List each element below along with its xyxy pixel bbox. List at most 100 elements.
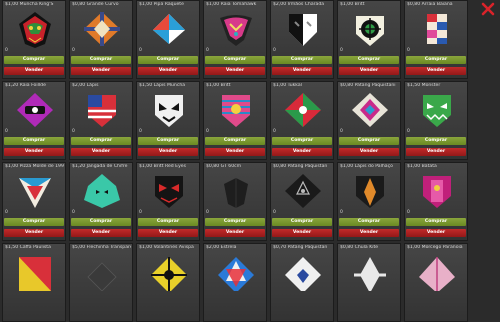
- kite-card-pizza-molde-1998: $1,00 Pizza Molde de 1998 0 Comprar Vend…: [2, 162, 66, 241]
- sell-button[interactable]: Vender: [138, 67, 198, 75]
- sell-button[interactable]: Vender: [272, 148, 332, 156]
- close-button[interactable]: [481, 2, 495, 16]
- kite-card-britt: $1,00 Britt 0 Comprar Vender: [337, 0, 401, 79]
- kite-raia-foillde-icon: [15, 91, 55, 129]
- sell-button[interactable]: Vender: [4, 148, 64, 156]
- kite-card-monster: $1,50 Monster 0 Comprar Vender: [404, 81, 468, 160]
- kite-card-lapis: $2,00 Lápis 0 Comprar Vender: [69, 81, 133, 160]
- kite-name: $1,00 Raia Tomahawk: [206, 2, 257, 7]
- sell-button[interactable]: Vender: [4, 67, 64, 75]
- kite-chula-kite-icon: [350, 253, 390, 291]
- kite-patang-paquistani-icon: [350, 91, 390, 129]
- kite-name: $1,00 Lápis do Palhaço: [340, 164, 393, 169]
- kite-quantity: 0: [139, 129, 142, 134]
- kite-name: $2,00 Estrela: [206, 245, 237, 250]
- kite-britt-red-eyes-icon: [149, 172, 189, 210]
- kite-estrela-icon: [216, 253, 256, 291]
- buy-button[interactable]: Comprar: [339, 137, 399, 145]
- buy-button[interactable]: Comprar: [272, 137, 332, 145]
- kite-quantity: 0: [340, 48, 343, 53]
- kite-card-volantines-avispa: $1,00 Volantines Avispa: [136, 243, 200, 322]
- buy-button[interactable]: Comprar: [138, 56, 198, 64]
- sell-button[interactable]: Vender: [71, 229, 131, 237]
- kite-card-gt-60cm: $0,80 GT 60cm 0 Comprar Vender: [203, 162, 267, 241]
- buy-button[interactable]: Comprar: [138, 218, 198, 226]
- kite-quantity: 0: [273, 129, 276, 134]
- kite-lapis-icon: [82, 91, 122, 129]
- sell-button[interactable]: Vender: [406, 148, 466, 156]
- kite-quantity: 0: [407, 48, 410, 53]
- kite-name: $2,00 Irmãos Charada: [273, 2, 325, 7]
- kite-quantity: 0: [206, 129, 209, 134]
- sell-button[interactable]: Vender: [339, 229, 399, 237]
- kite-name: $1,50 Caffa Paulista: [5, 245, 51, 250]
- kite-quantity: 0: [5, 210, 8, 215]
- sell-button[interactable]: Vender: [205, 148, 265, 156]
- kite-name: $1,00 Volantines Avispa: [139, 245, 194, 250]
- kite-quantity: 0: [340, 129, 343, 134]
- buy-button[interactable]: Comprar: [272, 218, 332, 226]
- sell-button[interactable]: Vender: [138, 229, 198, 237]
- kite-shop-grid: $1,00 Muncha King'S 0 Comprar Vender $0,…: [2, 0, 470, 322]
- kite-card-irmaos-charada: $2,00 Irmãos Charada 0 Comprar Vender: [270, 0, 334, 79]
- kite-name: $0,80 Grande Curvo: [72, 2, 119, 7]
- kite-volantines-avispa-icon: [149, 253, 189, 291]
- kite-card-chula-kite: $0,80 Chula Kite: [337, 243, 401, 322]
- kite-raia-tomahawk-icon: [216, 10, 256, 48]
- buy-button[interactable]: Comprar: [71, 56, 131, 64]
- buy-button[interactable]: Comprar: [406, 56, 466, 64]
- kite-lapis-muncha-icon: [149, 91, 189, 129]
- buy-button[interactable]: Comprar: [406, 137, 466, 145]
- buy-button[interactable]: Comprar: [71, 218, 131, 226]
- kite-quantity: 0: [407, 210, 410, 215]
- sell-button[interactable]: Vender: [71, 148, 131, 156]
- sell-button[interactable]: Vender: [406, 67, 466, 75]
- kite-quantity: 0: [72, 48, 75, 53]
- sell-button[interactable]: Vender: [71, 67, 131, 75]
- buy-button[interactable]: Comprar: [4, 137, 64, 145]
- kite-britt-patterned-icon: [216, 91, 256, 129]
- kite-card-flechinha-transparente: $5,00 Flechinha Transparente: [69, 243, 133, 322]
- buy-button[interactable]: Comprar: [4, 56, 64, 64]
- kite-card-pipa-raquete: $1,00 Pipa Raquete 0 Comprar Vender: [136, 0, 200, 79]
- kite-quantity: 0: [5, 129, 8, 134]
- sell-button[interactable]: Vender: [205, 229, 265, 237]
- kite-tukkal-icon: [283, 91, 323, 129]
- buy-button[interactable]: Comprar: [406, 218, 466, 226]
- sell-button[interactable]: Vender: [272, 67, 332, 75]
- sell-button[interactable]: Vender: [138, 148, 198, 156]
- sell-button[interactable]: Vender: [4, 229, 64, 237]
- kite-irmaos-charada-icon: [283, 10, 323, 48]
- kite-quantity: 0: [340, 210, 343, 215]
- kite-quantity: 0: [72, 129, 75, 134]
- buy-button[interactable]: Comprar: [272, 56, 332, 64]
- kite-pipa-raquete-icon: [149, 10, 189, 48]
- buy-button[interactable]: Comprar: [339, 218, 399, 226]
- sell-button[interactable]: Vender: [339, 67, 399, 75]
- kite-arraia-baiana-icon: [417, 10, 457, 48]
- kite-name: $0,80 Chula Kite: [340, 245, 379, 250]
- sell-button[interactable]: Vender: [205, 67, 265, 75]
- buy-button[interactable]: Comprar: [205, 56, 265, 64]
- buy-button[interactable]: Comprar: [4, 218, 64, 226]
- kite-name: $1,00 Britt: [340, 2, 365, 7]
- kite-name: $1,20 Raia Foillde: [5, 83, 46, 88]
- buy-button[interactable]: Comprar: [339, 56, 399, 64]
- sell-button[interactable]: Vender: [339, 148, 399, 156]
- buy-button[interactable]: Comprar: [205, 137, 265, 145]
- buy-button[interactable]: Comprar: [205, 218, 265, 226]
- kite-card-morcego-paranoia: $1,00 Morcego Paranoia: [404, 243, 468, 322]
- sell-button[interactable]: Vender: [272, 229, 332, 237]
- buy-button[interactable]: Comprar: [138, 137, 198, 145]
- kite-quantity: 0: [206, 48, 209, 53]
- kite-name: $5,00 Flechinha Transparente: [72, 245, 131, 250]
- kite-monster-icon: [417, 91, 457, 129]
- kite-name: $1,50 Monster: [407, 83, 441, 88]
- kite-quantity: 0: [139, 48, 142, 53]
- kite-quantity: 0: [206, 210, 209, 215]
- kite-card-patang-paquistan: $0,80 Patang Paquistan 0 Comprar Vender: [270, 162, 334, 241]
- kite-card-lapis-muncha: $1,50 Lápis Muncha 0 Comprar Vender: [136, 81, 200, 160]
- sell-button[interactable]: Vender: [406, 229, 466, 237]
- buy-button[interactable]: Comprar: [71, 137, 131, 145]
- kite-lapis-palhaco-icon: [350, 172, 390, 210]
